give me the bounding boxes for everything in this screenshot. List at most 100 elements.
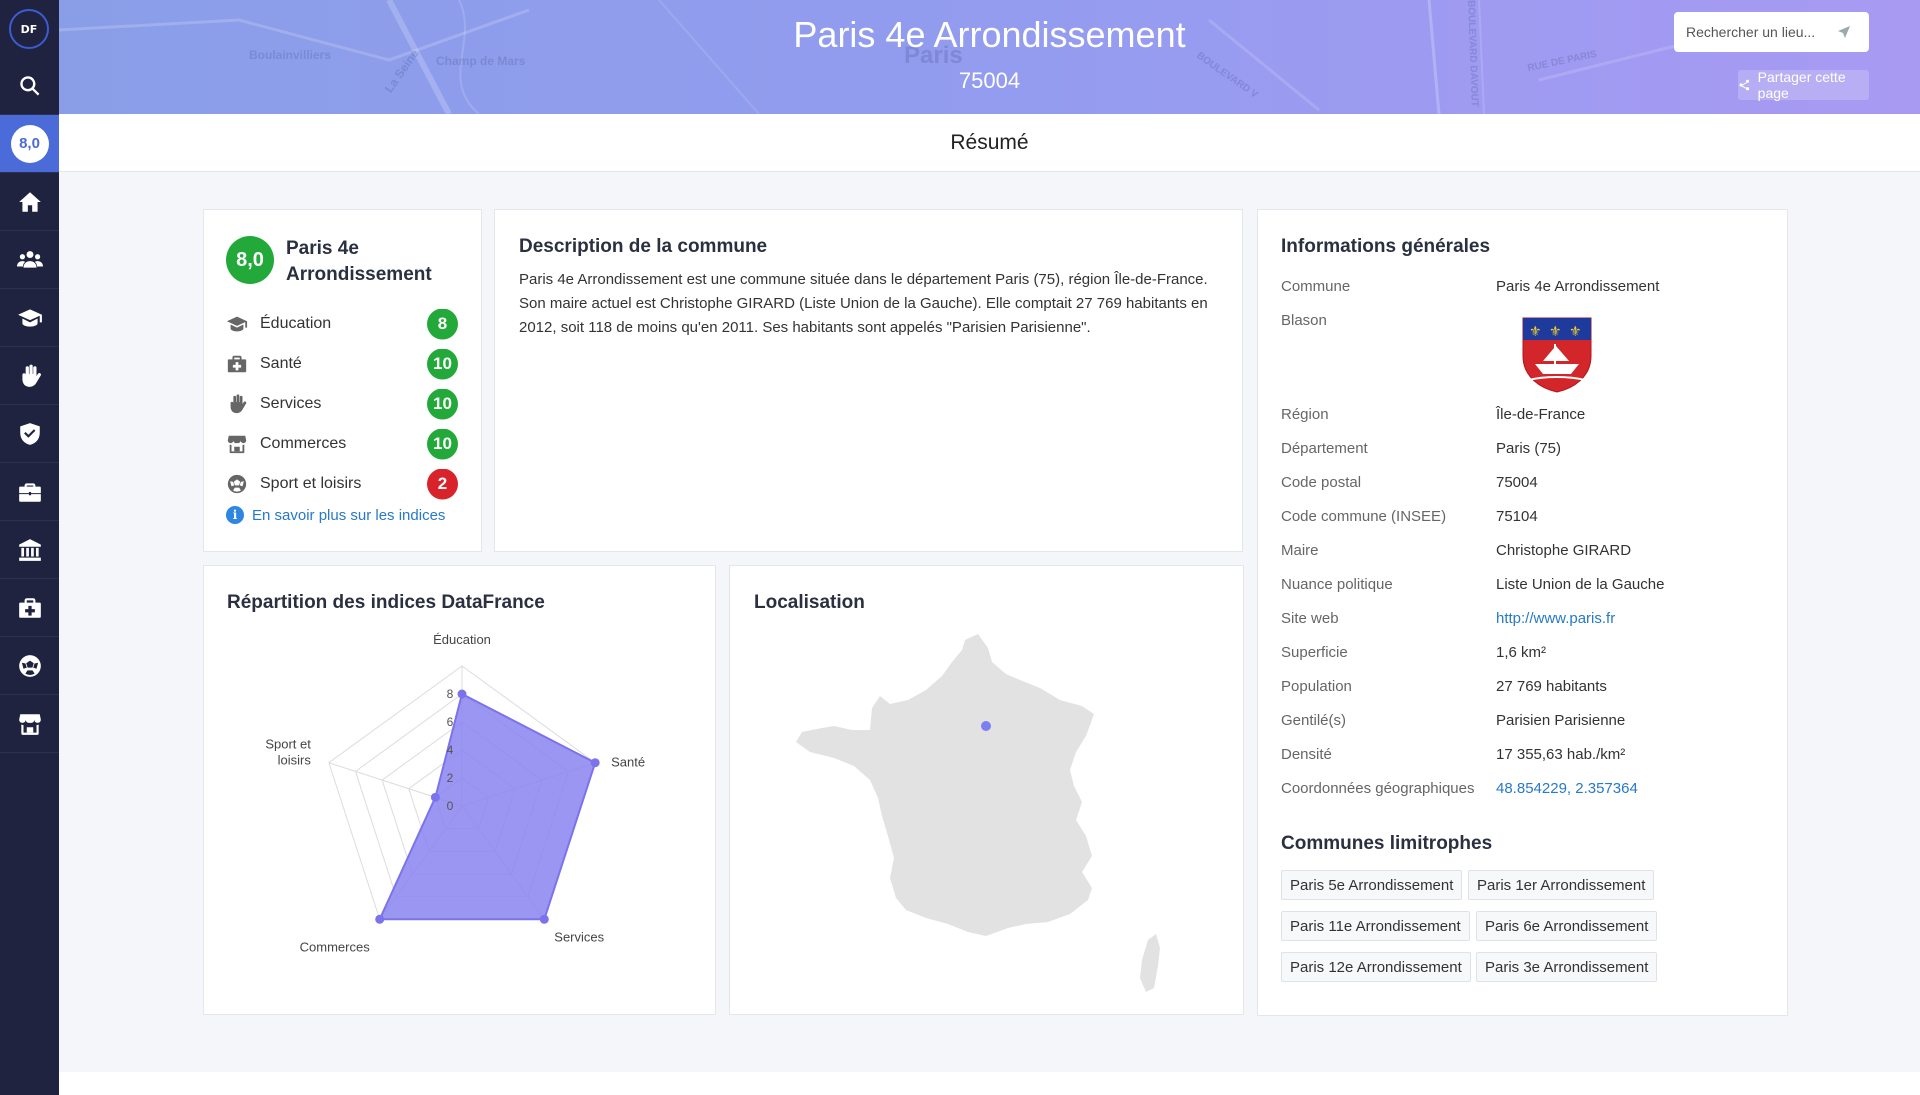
index-label: Services — [260, 395, 322, 412]
index-row-services[interactable]: Services 10 — [226, 386, 458, 422]
info-key: Population — [1281, 678, 1352, 695]
sidebar-item-search[interactable] — [0, 57, 59, 115]
france-mainland-shape — [796, 634, 1094, 936]
radar-data-point — [590, 758, 600, 768]
coat-of-arms-image: ⚜ ⚜ ⚜ — [1522, 317, 1592, 393]
share-icon — [1739, 79, 1750, 91]
info-key: Nuance politique — [1281, 576, 1393, 593]
info-key: Maire — [1281, 542, 1319, 559]
france-map — [796, 634, 1160, 992]
info-key: Code postal — [1281, 474, 1362, 491]
svg-text:⚜: ⚜ — [1549, 323, 1562, 339]
index-score-badge: 2 — [427, 468, 458, 500]
radar-category-label: Commerces — [300, 939, 371, 954]
header-banner: Boulainvilliers La Seine Champ de Mars P… — [59, 0, 1920, 114]
sidebar-item-sport[interactable] — [0, 637, 59, 695]
svg-text:⚜: ⚜ — [1529, 323, 1542, 339]
info-icon: i — [226, 506, 244, 524]
page-subtitle-postcode: 75004 — [958, 68, 1021, 93]
general-info-title: Informations générales — [1281, 236, 1491, 257]
search-input[interactable] — [1686, 24, 1836, 40]
radar-chart: 0 2 4 6 8 Éducation Santé Services Commerces Spor… — [265, 632, 645, 954]
briefcase-icon — [18, 482, 41, 502]
logo-text: DF — [20, 22, 38, 36]
location-marker — [981, 721, 991, 731]
index-label: Éducation — [260, 315, 332, 332]
soccer-ball-icon — [227, 474, 247, 494]
sidebar-item-services[interactable] — [0, 347, 59, 405]
radar-category-label: Santé — [611, 755, 645, 770]
footer-strip — [59, 1072, 1920, 1095]
description-card: Description de la commune Paris 4e Arron… — [494, 209, 1243, 552]
radar-tick-label: 8 — [447, 687, 454, 701]
overall-score-badge: 8,0 — [226, 236, 274, 284]
section-title-bar: Résumé — [59, 114, 1920, 172]
info-key: Région — [1281, 406, 1329, 423]
radar-data-point — [457, 689, 467, 699]
radar-card: Répartition des indices DataFrance 02468… — [203, 565, 716, 1015]
neighbour-tag[interactable]: Paris 1er Arrondissement — [1468, 870, 1655, 900]
info-value: Liste Union de la Gauche — [1496, 576, 1665, 593]
neighbour-tag[interactable]: Paris 5e Arrondissement — [1281, 870, 1463, 900]
info-value: Christophe GIRARD — [1496, 542, 1632, 559]
neighbour-tag[interactable]: Paris 3e Arrondissement — [1476, 952, 1658, 982]
neighbour-tag[interactable]: Paris 6e Arrondissement — [1476, 911, 1658, 941]
radar-category-label: Éducation — [433, 632, 491, 647]
general-info-card: Informations générales Commune Paris 4e … — [1257, 209, 1788, 1016]
index-row-education[interactable]: Éducation 8 — [226, 306, 458, 342]
sidebar-item-home[interactable] — [0, 173, 59, 231]
location-arrow-icon[interactable] — [1836, 24, 1852, 40]
info-value: Parisien Parisienne — [1496, 712, 1626, 729]
info-value: 27 769 habitants — [1496, 678, 1607, 695]
info-key: Superficie — [1281, 644, 1348, 661]
website-link[interactable]: http://www.paris.fr — [1496, 610, 1615, 627]
radar-data-area — [378, 692, 597, 921]
neighbours-title: Communes limitrophes — [1281, 833, 1493, 854]
coordinates-link[interactable]: 48.854229, 2.357364 — [1496, 780, 1638, 797]
medical-kit-icon — [227, 355, 247, 373]
store-icon — [18, 713, 41, 735]
share-button[interactable]: Partager cette page — [1738, 69, 1869, 101]
sidebar-item-security[interactable] — [0, 405, 59, 463]
shield-check-icon — [19, 422, 40, 445]
hand-icon — [21, 364, 41, 387]
search-icon — [19, 75, 39, 96]
sidebar-item-employment[interactable] — [0, 463, 59, 521]
sidebar-item-commerce[interactable] — [0, 695, 59, 753]
info-value: 75004 — [1496, 474, 1538, 491]
score-card: 8,0 Paris 4e Arrondissement Éducation 8 … — [203, 209, 482, 552]
sidebar-item-health[interactable] — [0, 579, 59, 637]
score-header: 8,0 Paris 4e Arrondissement — [226, 236, 446, 288]
radar-category-label: Sport et — [265, 737, 311, 752]
index-row-sport[interactable]: Sport et loisirs 2 — [226, 466, 458, 502]
map-label: Champ de Mars — [436, 54, 526, 68]
index-score-badge: 10 — [427, 428, 458, 460]
index-score-badge: 10 — [427, 388, 458, 420]
info-value: Île-de-France — [1496, 406, 1586, 423]
score-badge: 8,0 — [10, 124, 49, 163]
neighbour-tag[interactable]: Paris 11e Arrondissement — [1281, 911, 1470, 941]
home-icon — [18, 191, 41, 212]
description-title: Description de la commune — [519, 236, 768, 257]
more-about-indices-link[interactable]: i En savoir plus sur les indices — [226, 506, 445, 524]
sidebar-item-education[interactable] — [0, 289, 59, 347]
info-key: Département — [1281, 440, 1368, 457]
radar-data-point — [430, 792, 440, 802]
index-label: Sport et loisirs — [260, 475, 362, 492]
app-logo[interactable]: DF — [9, 9, 49, 49]
medical-kit-icon — [18, 597, 41, 618]
index-row-health[interactable]: Santé 10 — [226, 346, 458, 382]
radar-tick-label: 4 — [447, 743, 454, 757]
search-box[interactable] — [1674, 12, 1869, 52]
sidebar-item-population[interactable] — [0, 231, 59, 289]
index-score-badge: 8 — [427, 308, 458, 340]
graduation-cap-icon — [17, 308, 42, 327]
page-title: Paris 4e Arrondissement — [793, 14, 1186, 55]
soccer-ball-icon — [18, 654, 41, 677]
sidebar-item-institutions[interactable] — [0, 521, 59, 579]
sidebar-item-score[interactable]: 8,0 — [0, 115, 59, 173]
radar-category-label: Services — [554, 929, 604, 944]
info-key: Commune — [1281, 278, 1351, 295]
neighbour-tag[interactable]: Paris 12e Arrondissement — [1281, 952, 1471, 982]
index-row-commerce[interactable]: Commerces 10 — [226, 426, 458, 462]
